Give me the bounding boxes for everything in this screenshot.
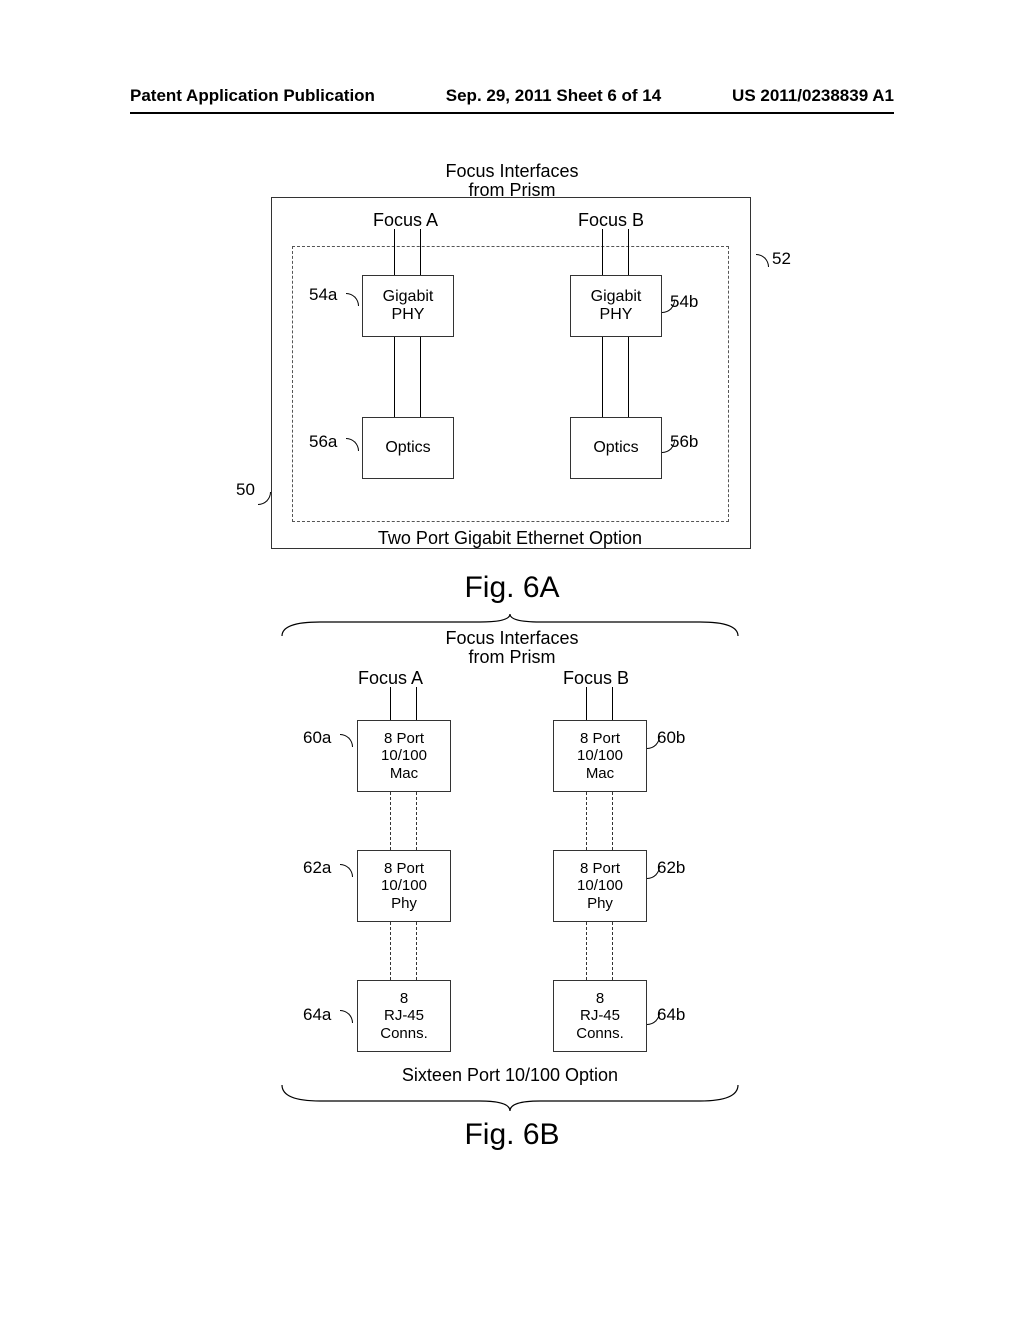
- fig6a-focus-b-label: Focus B: [578, 210, 644, 231]
- fig6b-phy-a: 8 Port 10/100 Phy: [357, 850, 451, 922]
- fig6b-title-line2: from Prism: [362, 647, 662, 668]
- box-text: 8 Port 10/100 Mac: [577, 730, 623, 782]
- fig6a-line: [628, 337, 629, 417]
- fig6b-conn: [586, 922, 587, 980]
- fig6b-bottom-brace: [280, 1083, 740, 1111]
- box-text: 8 Port 10/100 Phy: [381, 860, 427, 912]
- header-rule: [130, 112, 894, 114]
- fig6b-conn: [416, 792, 417, 850]
- fig6b-rj45-b: 8 RJ-45 Conns.: [553, 980, 647, 1052]
- fig6b-conn: [612, 792, 613, 850]
- leader-hook: [756, 254, 769, 267]
- fig6a-line: [602, 229, 603, 275]
- fig6a-dashed-box: [292, 246, 729, 522]
- box-text: 8 Port 10/100 Phy: [577, 860, 623, 912]
- ref-64b: 64b: [657, 1005, 685, 1025]
- ref-54a: 54a: [309, 285, 337, 305]
- fig6a-line: [394, 229, 395, 275]
- fig6a-gigabit-phy-a: Gigabit PHY: [362, 275, 454, 337]
- ref-56a: 56a: [309, 432, 337, 452]
- box-text: Gigabit PHY: [591, 288, 642, 325]
- ref-62a: 62a: [303, 858, 331, 878]
- box-text: 8 RJ-45 Conns.: [576, 990, 624, 1042]
- fig6b-focus-a-label: Focus A: [358, 668, 423, 689]
- ref-52: 52: [772, 249, 791, 269]
- fig6a-title-line1: Focus Interfaces: [362, 161, 662, 182]
- leader-hook: [340, 864, 353, 877]
- ref-64a: 64a: [303, 1005, 331, 1025]
- fig6b-line: [390, 687, 391, 720]
- header-center: Sep. 29, 2011 Sheet 6 of 14: [446, 86, 661, 106]
- fig6b-focus-b-label: Focus B: [563, 668, 629, 689]
- fig6a-gigabit-phy-b: Gigabit PHY: [570, 275, 662, 337]
- ref-60a: 60a: [303, 728, 331, 748]
- ref-60b: 60b: [657, 728, 685, 748]
- fig6a-optics-b: Optics: [570, 417, 662, 479]
- box-text: Gigabit PHY: [383, 288, 434, 325]
- box-text: Optics: [593, 439, 638, 457]
- header-right: US 2011/0238839 A1: [732, 86, 894, 106]
- fig6a-line: [628, 229, 629, 275]
- fig6a-line: [420, 337, 421, 417]
- fig6a-line: [602, 337, 603, 417]
- leader-hook: [340, 734, 353, 747]
- page-header: Patent Application Publication Sep. 29, …: [0, 86, 1024, 114]
- fig6b-rj45-a: 8 RJ-45 Conns.: [357, 980, 451, 1052]
- fig6b-mac-b: 8 Port 10/100 Mac: [553, 720, 647, 792]
- leader-hook: [340, 1010, 353, 1023]
- leader-hook: [258, 492, 271, 505]
- fig6a-inner-caption: Two Port Gigabit Ethernet Option: [285, 528, 735, 549]
- fig6b-conn: [390, 792, 391, 850]
- fig6a-line: [394, 337, 395, 417]
- fig6b-phy-b: 8 Port 10/100 Phy: [553, 850, 647, 922]
- header-left: Patent Application Publication: [130, 86, 375, 106]
- fig6a-line: [420, 229, 421, 275]
- fig6b-conn: [586, 792, 587, 850]
- fig6b-line: [612, 687, 613, 720]
- ref-62b: 62b: [657, 858, 685, 878]
- ref-50: 50: [236, 480, 255, 500]
- fig6a-focus-a-label: Focus A: [373, 210, 438, 231]
- box-text: 8 RJ-45 Conns.: [380, 990, 428, 1042]
- box-text: 8 Port 10/100 Mac: [381, 730, 427, 782]
- fig6b-label: Fig. 6B: [0, 1118, 1024, 1152]
- box-text: Optics: [385, 439, 430, 457]
- fig6b-conn: [390, 922, 391, 980]
- fig6b-line: [416, 687, 417, 720]
- fig6a-optics-a: Optics: [362, 417, 454, 479]
- fig6b-mac-a: 8 Port 10/100 Mac: [357, 720, 451, 792]
- fig6b-conn: [612, 922, 613, 980]
- fig6b-title-line1: Focus Interfaces: [362, 628, 662, 649]
- fig6b-conn: [416, 922, 417, 980]
- fig6a-label: Fig. 6A: [0, 571, 1024, 605]
- fig6b-line: [586, 687, 587, 720]
